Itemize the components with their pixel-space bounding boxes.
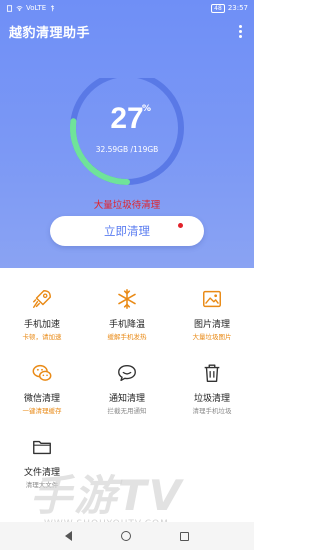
snowflake-icon [118, 289, 136, 309]
system-nav-bar [0, 522, 254, 550]
more-dot-icon [238, 34, 242, 38]
feature-label: 手机加速 [23, 320, 60, 330]
feature-subtitle: 拦截无用通知 [107, 407, 147, 415]
more-options-button[interactable] [235, 22, 245, 40]
more-dot-icon [238, 24, 242, 28]
network-text: VoLTE [26, 4, 47, 12]
feature-label: 垃圾清理 [193, 394, 230, 404]
title-row: 越豹清理助手 [0, 18, 254, 44]
feature-label: 通知清理 [108, 394, 145, 404]
feature-notification-clean[interactable]: 通知清理 拦截无用通知 [96, 358, 180, 422]
feature-file-clean[interactable]: 文件清理 清理大文件 [11, 432, 95, 496]
notification-dot [178, 223, 183, 228]
sim-icon [6, 4, 13, 12]
feature-subtitle: 清理大文件 [25, 481, 59, 489]
feature-label: 文件清理 [23, 468, 60, 478]
usb-icon [51, 4, 55, 11]
storage-gauge: 27 % 32.59GB /119GB [62, 71, 192, 188]
feature-label: 微信清理 [23, 394, 60, 404]
status-bar: VoLTE 48 23:57 [0, 0, 254, 16]
junk-warning-text: 大量垃圾待清理 [93, 200, 161, 211]
image-icon [203, 290, 221, 308]
folder-icon [33, 440, 51, 455]
feature-subtitle: 一键清理缓存 [22, 407, 62, 415]
feature-subtitle: 缓解手机发热 [107, 333, 147, 341]
feature-image-clean[interactable]: 图片清理 大量垃圾图片 [181, 284, 265, 348]
usage-percent: 27 [110, 102, 144, 135]
nav-home-icon[interactable] [120, 531, 131, 541]
nav-back-icon[interactable] [64, 531, 72, 541]
app-title: 越豹清理助手 [9, 25, 91, 41]
trash-icon [204, 364, 220, 382]
status-time: 23:57 [227, 4, 248, 12]
feature-junk-clean[interactable]: 垃圾清理 清理手机垃圾 [181, 358, 265, 422]
feature-phone-cooling[interactable]: 手机降温 缓解手机发热 [96, 284, 180, 348]
clean-now-label: 立即清理 [104, 224, 150, 238]
feature-label: 手机降温 [108, 320, 145, 330]
wifi-icon [16, 5, 23, 11]
hero-panel: VoLTE 48 23:57 越豹清理助手 27 % 32.59GB /119G… [0, 0, 254, 268]
message-bubble-icon [118, 364, 136, 382]
percent-sign: % [142, 104, 152, 114]
clean-now-button[interactable]: 立即清理 [50, 216, 204, 246]
feature-phone-boost[interactable]: 手机加速 卡顿，请加速 [11, 284, 95, 348]
rocket-icon [33, 290, 51, 308]
feature-subtitle: 清理手机垃圾 [192, 407, 232, 415]
feature-subtitle: 大量垃圾图片 [192, 333, 232, 341]
feature-wechat-clean[interactable]: 微信清理 一键清理缓存 [11, 358, 95, 422]
feature-label: 图片清理 [193, 320, 230, 330]
feature-subtitle: 卡顿，请加速 [22, 333, 62, 341]
storage-usage-text: 32.59GB /119GB [95, 145, 159, 154]
more-dot-icon [238, 29, 242, 33]
wechat-icon [32, 364, 52, 381]
nav-recent-icon[interactable] [180, 531, 190, 541]
battery-indicator: 48 [211, 3, 225, 13]
